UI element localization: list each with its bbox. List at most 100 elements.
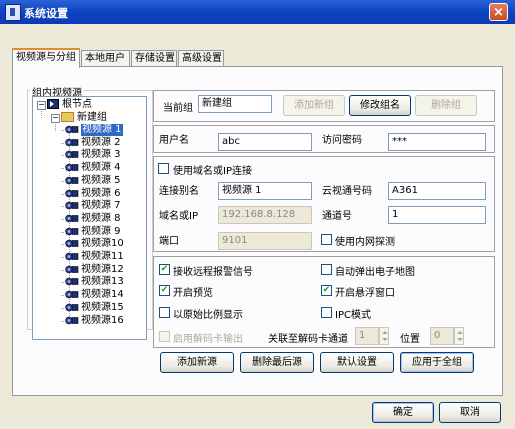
camera-icon [65,239,79,248]
tree-source-item[interactable]: 视频源15 [61,302,124,314]
tree-source-item[interactable]: 视频源 9 [61,226,121,238]
tree-source-label: 视频源 7 [81,200,121,212]
tab-local-users[interactable]: 本地用户 [81,50,130,67]
channel-input[interactable]: 1 [388,206,486,224]
tree-source-item[interactable]: 视频源12 [61,264,124,276]
tree-source-item[interactable]: 视频源 6 [61,187,121,200]
tree-root-node[interactable]: 根节点 [47,99,92,111]
use-domain-checkbox[interactable] [158,163,169,174]
tree-source-item[interactable]: 视频源 7 [61,200,121,212]
tree-line [61,257,66,258]
current-group-input[interactable]: 新建组 [198,95,272,113]
cloud-number-input[interactable]: A361 [388,182,486,200]
link-channel-spinner[interactable] [379,327,389,345]
tree-source-item[interactable]: 视频源11 [61,251,124,263]
position-input[interactable]: 0 [430,327,454,345]
tree-source-item[interactable]: 视频源14 [61,289,124,301]
delete-group-button[interactable]: 删除组 [415,95,477,116]
tree-collapse-toggle[interactable]: − [51,114,60,123]
tab-storage[interactable]: 存储设置 [131,50,177,67]
tree-collapse-toggle[interactable]: − [37,101,46,110]
tree-line [61,206,66,208]
camera-icon [65,214,79,223]
tree-line [61,193,66,195]
tree-line [61,180,66,182]
cancel-button[interactable]: 取消 [439,402,501,423]
tree-source-label: 视频源 1 [81,124,123,136]
tree-source-item[interactable]: 视频源 8 [61,212,121,225]
tree-source-label: 视频源14 [81,289,124,301]
lan-detect-checkbox[interactable] [321,234,332,245]
auto-map-checkbox[interactable] [321,264,332,275]
rename-group-button[interactable]: 修改组名 [349,95,411,116]
tree-source-label: 视频源13 [81,276,124,288]
tab-advanced[interactable]: 高级设置 [178,50,224,67]
camera-icon [65,151,79,159]
camera-icon [65,303,79,312]
current-group-label: 当前组 [163,103,193,114]
default-settings-button[interactable]: 默认设置 [320,352,394,373]
tree-source-item[interactable]: 视频源 2 [61,136,121,149]
tree-source-item[interactable]: 视频源13 [61,276,124,288]
apply-all-button[interactable]: 应用于全组 [400,352,474,373]
add-group-button[interactable]: 添加新组 [283,95,345,116]
remote-alarm-label: 接收远程报警信号 [173,267,253,278]
cloud-number-label: 云视通号码 [322,186,372,197]
camera-icon [65,176,79,185]
original-ratio-checkbox[interactable] [159,307,170,318]
delete-last-source-button[interactable]: 删除最后源 [240,352,314,373]
tree-source-label: 视频源16 [81,314,124,326]
tree-source-item[interactable]: 视频源 4 [61,162,121,174]
tree-line [61,142,66,144]
position-label: 位置 [400,334,420,345]
password-input[interactable]: *** [388,133,486,151]
decoder-output-checkbox[interactable] [159,331,170,342]
close-button[interactable]: × [489,3,508,21]
tree-line [61,244,66,246]
tree-source-item[interactable]: 视频源16 [61,314,124,327]
folder-icon [61,112,74,122]
tree-source-item[interactable]: 视频源 3 [61,149,121,161]
tree-source-item[interactable]: 视频源 5 [61,174,121,187]
tree-line [61,155,66,157]
port-input[interactable]: 9101 [218,232,312,250]
domain-input[interactable]: 192.168.8.128 [218,206,312,224]
position-spinner[interactable] [454,327,464,345]
camera-icon [65,163,79,172]
tree-line [61,269,66,271]
source-tree[interactable]: − 根节点 − 新建组 视频源 1 视频源 2 视频源 3 视频源 4 视频源 5 视频源… [32,96,147,340]
remote-alarm-checkbox[interactable]: ✔ [159,264,170,275]
camera-icon [65,316,79,324]
camera-icon [65,138,79,146]
camera-icon [65,290,79,299]
tab-video-sources[interactable]: 视频源与分组 [12,48,80,68]
ok-button[interactable]: 确定 [372,402,434,423]
title-bar[interactable]: 系统设置 × [0,0,515,24]
tree-source-label: 视频源 3 [81,149,121,161]
alias-label: 连接别名 [159,186,199,197]
tree-source-label: 视频源 5 [81,174,121,186]
tree-source-item[interactable]: 视频源10 [61,238,124,250]
camera-icon [65,278,79,286]
use-domain-label: 使用域名或IP连接 [173,166,252,177]
password-label: 访问密码 [322,135,362,146]
tree-group-node[interactable]: 新建组 [61,112,107,124]
tree-line [61,307,66,309]
original-ratio-label: 以原始比例显示 [173,310,243,321]
tree-source-item[interactable]: 视频源 1 [61,124,123,136]
domain-label: 域名或IP [159,211,198,222]
tree-line [61,130,66,131]
link-channel-input[interactable]: 1 [355,327,379,345]
add-source-button[interactable]: 添加新源 [160,352,234,373]
preview-checkbox[interactable]: ✔ [159,285,170,296]
tree-source-label: 视频源 8 [81,212,121,224]
alias-input[interactable]: 视频源 1 [218,182,312,200]
tree-line [61,218,66,220]
tree-source-label: 视频源 6 [81,187,121,199]
tree-source-label: 视频源 2 [81,136,121,148]
lan-detect-label: 使用内网探测 [335,237,395,248]
username-input[interactable]: abc [218,133,312,151]
float-window-checkbox[interactable]: ✔ [321,285,332,296]
camera-icon [65,265,79,273]
ipc-mode-checkbox[interactable] [321,307,332,318]
